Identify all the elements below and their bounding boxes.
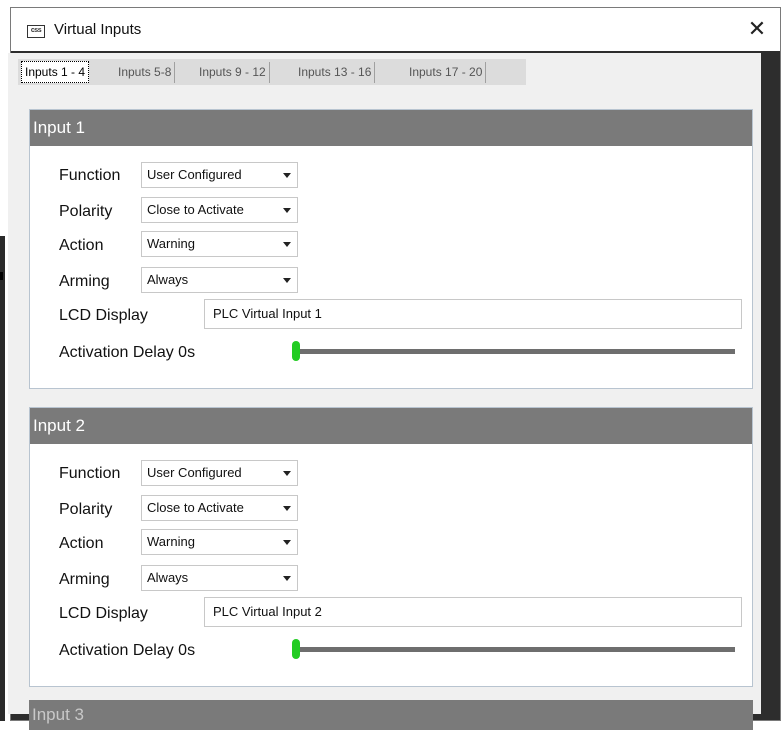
action-dropdown[interactable]: Warning [141, 231, 298, 257]
tab-inputs-5-8[interactable]: Inputs 5-8 [115, 62, 176, 83]
dropdown-arrow-icon [283, 242, 291, 247]
input-3-header: Input 3 [29, 700, 753, 730]
function-value: User Configured [147, 465, 242, 480]
function-dropdown[interactable]: User Configured [141, 162, 298, 188]
tab-inputs-1-4[interactable]: Inputs 1 - 4 [21, 61, 90, 83]
activation-delay-label: Activation Delay 0s [59, 642, 195, 660]
function-dropdown[interactable]: User Configured [141, 460, 298, 486]
arming-value: Always [147, 570, 189, 585]
arming-label: Arming [59, 273, 110, 290]
background-mark [0, 272, 3, 280]
lcd-display-field[interactable]: PLC Virtual Input 2 [204, 597, 742, 627]
polarity-dropdown[interactable]: Close to Activate [141, 197, 298, 223]
tab-inputs-9-12[interactable]: Inputs 9 - 12 [196, 62, 270, 83]
tab-strip: Inputs 1 - 4 Inputs 5-8 Inputs 9 - 12 In… [18, 59, 526, 85]
lcd-display-label: LCD Display [59, 605, 148, 622]
tab-inputs-17-20[interactable]: Inputs 17 - 20 [406, 62, 487, 83]
function-value: User Configured [147, 167, 242, 182]
activation-delay-value: 0s [178, 642, 196, 659]
action-value: Warning [147, 534, 195, 549]
input-1-panel: Input 1 Function User Configured Polarit… [29, 109, 753, 389]
polarity-label: Polarity [59, 501, 113, 518]
function-label: Function [59, 167, 121, 184]
input-1-header: Input 1 [30, 110, 752, 146]
polarity-value: Close to Activate [147, 500, 244, 515]
action-value: Warning [147, 236, 195, 251]
activation-delay-slider-thumb[interactable] [292, 341, 300, 361]
title-bar[interactable]: css Virtual Inputs ✕ [11, 8, 780, 51]
action-label: Action [59, 535, 104, 552]
dropdown-arrow-icon [283, 506, 291, 511]
polarity-label: Polarity [59, 203, 113, 220]
arming-dropdown[interactable]: Always [141, 565, 298, 591]
function-label: Function [59, 465, 121, 482]
dropdown-arrow-icon [283, 173, 291, 178]
tab-inputs-13-16[interactable]: Inputs 13 - 16 [295, 62, 376, 83]
window-title: Virtual Inputs [54, 21, 142, 38]
arming-label: Arming [59, 571, 110, 588]
dropdown-arrow-icon [283, 576, 291, 581]
activation-delay-label-text: Activation Delay [59, 344, 174, 361]
activation-delay-slider-track[interactable] [292, 647, 735, 652]
close-icon[interactable]: ✕ [742, 14, 772, 44]
arming-value: Always [147, 272, 189, 287]
dropdown-arrow-icon [283, 278, 291, 283]
polarity-value: Close to Activate [147, 202, 244, 217]
input-2-header: Input 2 [30, 408, 752, 444]
activation-delay-label: Activation Delay 0s [59, 344, 195, 362]
action-dropdown[interactable]: Warning [141, 529, 298, 555]
background-dark-area [0, 236, 5, 721]
action-label: Action [59, 237, 104, 254]
activation-delay-slider-thumb[interactable] [292, 639, 300, 659]
input-2-panel: Input 2 Function User Configured Polarit… [29, 407, 753, 687]
dropdown-arrow-icon [283, 540, 291, 545]
dropdown-arrow-icon [283, 208, 291, 213]
activation-delay-value: 0s [178, 344, 196, 361]
arming-dropdown[interactable]: Always [141, 267, 298, 293]
activation-delay-slider-track[interactable] [292, 349, 735, 354]
activation-delay-label-text: Activation Delay [59, 642, 174, 659]
app-icon: css [27, 25, 45, 38]
polarity-dropdown[interactable]: Close to Activate [141, 495, 298, 521]
dropdown-arrow-icon [283, 471, 291, 476]
lcd-display-field[interactable]: PLC Virtual Input 1 [204, 299, 742, 329]
lcd-display-label: LCD Display [59, 307, 148, 324]
